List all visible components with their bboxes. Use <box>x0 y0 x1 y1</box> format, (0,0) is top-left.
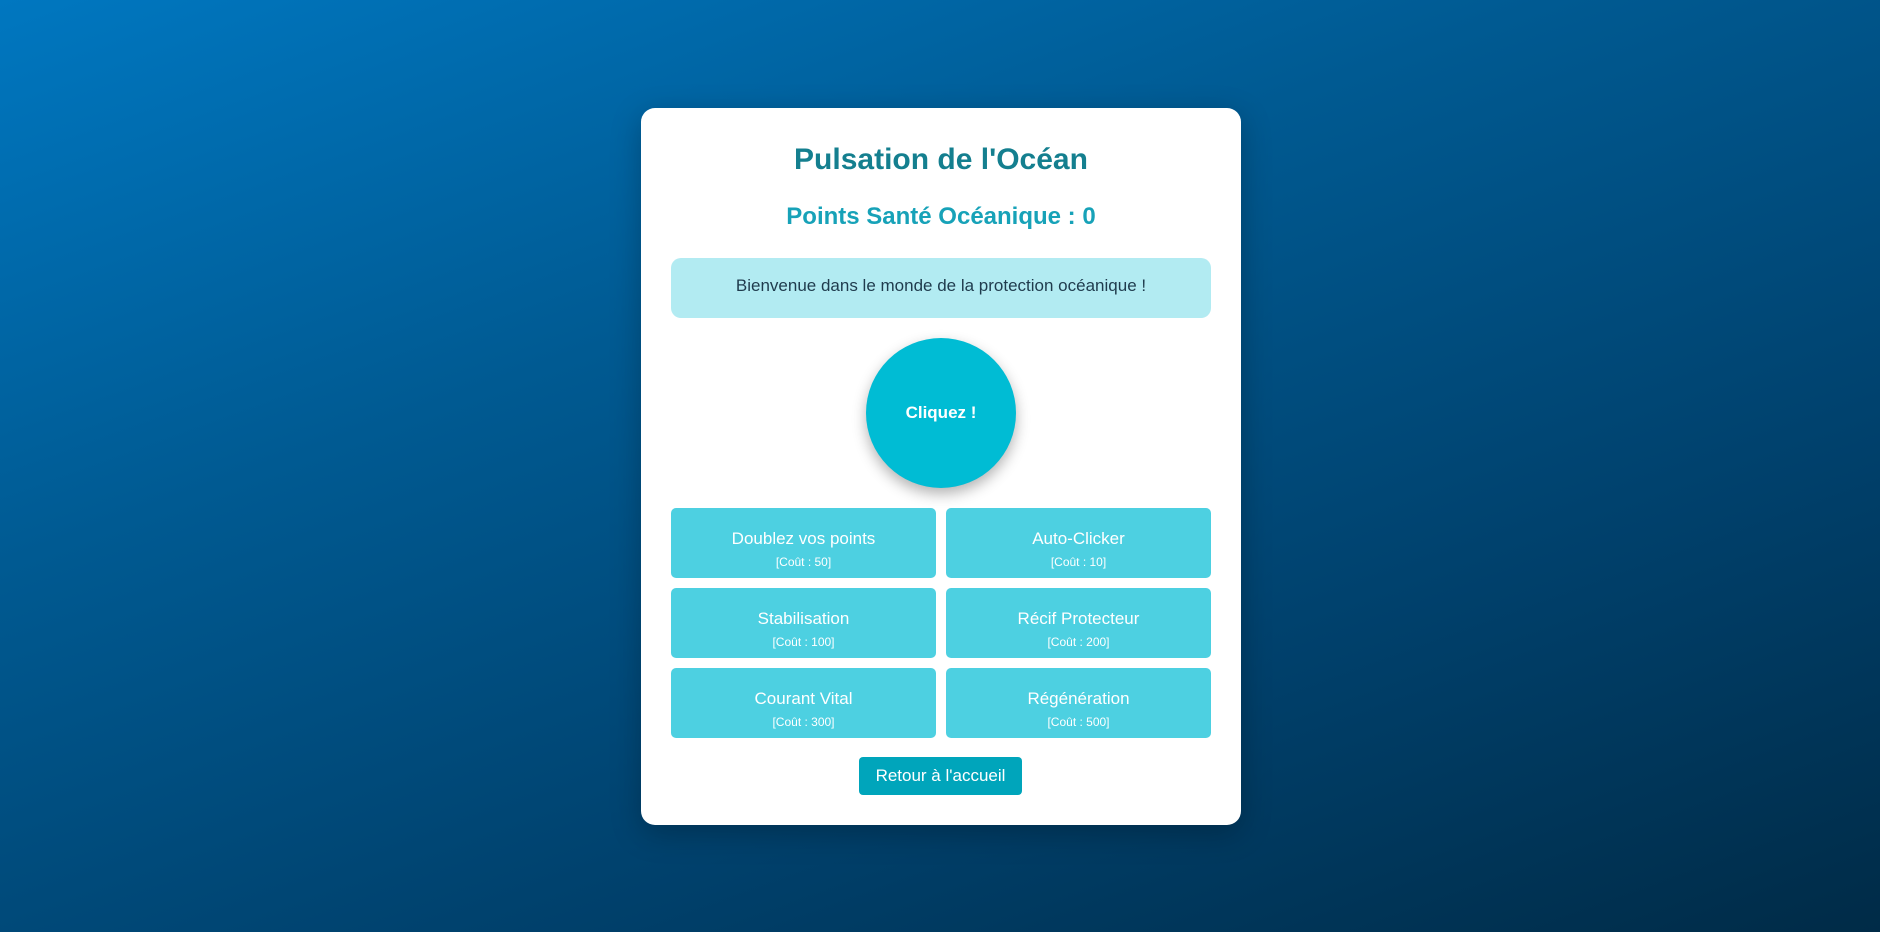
game-card: Pulsation de l'Océan Points Santé Océani… <box>641 108 1241 825</box>
back-home-button[interactable]: Retour à l'accueil <box>859 757 1022 795</box>
message-box: Bienvenue dans le monde de la protection… <box>671 258 1211 318</box>
upgrade-cost: [Coût : 100] <box>772 634 835 649</box>
page-title: Pulsation de l'Océan <box>794 143 1088 176</box>
upgrade-cost: [Coût : 500] <box>1047 714 1110 729</box>
upgrade-cost: [Coût : 50] <box>775 554 832 569</box>
upgrade-auto-clicker-button[interactable]: Auto-Clicker [Coût : 10] <box>946 508 1211 578</box>
upgrade-name: Régénération <box>1027 688 1130 708</box>
upgrade-name: Auto-Clicker <box>1032 528 1125 548</box>
upgrade-double-points-button[interactable]: Doublez vos points [Coût : 50] <box>671 508 936 578</box>
upgrade-cost: [Coût : 10] <box>1050 554 1107 569</box>
score-display: Points Santé Océanique : 0 <box>786 203 1096 230</box>
upgrade-stabilisation-button[interactable]: Stabilisation [Coût : 100] <box>671 588 936 658</box>
upgrade-cost: [Coût : 200] <box>1047 634 1110 649</box>
upgrade-name: Courant Vital <box>754 688 853 708</box>
upgrade-name: Stabilisation <box>757 608 850 628</box>
upgrade-regeneration-button[interactable]: Régénération [Coût : 500] <box>946 668 1211 738</box>
upgrade-name: Doublez vos points <box>731 528 876 548</box>
upgrades-grid: Doublez vos points [Coût : 50] Auto-Clic… <box>671 508 1211 738</box>
upgrade-recif-protecteur-button[interactable]: Récif Protecteur [Coût : 200] <box>946 588 1211 658</box>
click-button[interactable]: Cliquez ! <box>866 338 1016 488</box>
message-text: Bienvenue dans le monde de la protection… <box>735 276 1147 295</box>
upgrade-name: Récif Protecteur <box>1017 608 1140 628</box>
upgrade-cost: [Coût : 300] <box>772 714 835 729</box>
upgrade-courant-vital-button[interactable]: Courant Vital [Coût : 300] <box>671 668 936 738</box>
